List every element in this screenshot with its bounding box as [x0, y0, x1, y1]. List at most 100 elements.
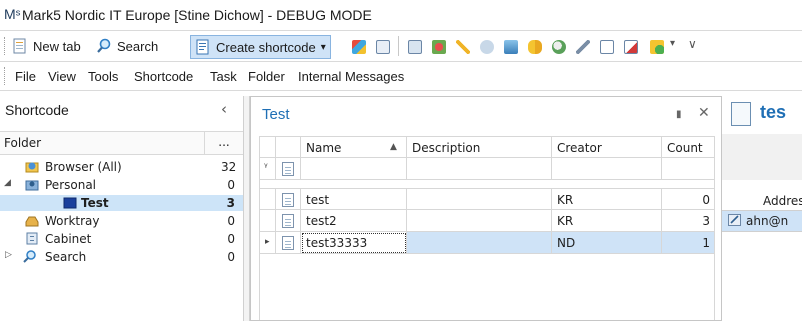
pin-icon[interactable]: ▮	[676, 109, 682, 120]
filter-row-indicator: ᵞ	[259, 158, 276, 180]
icon-column-header[interactable]	[276, 136, 301, 158]
test-panel-title: Test	[262, 106, 290, 123]
menu-shortcode[interactable]: Shortcode	[134, 69, 193, 84]
tree-item-cabinet[interactable]: Cabinet 0	[0, 231, 243, 247]
row-indicator[interactable]	[259, 210, 276, 232]
tree-item-browser-all[interactable]: Browser (All) 32	[0, 159, 243, 175]
column-header-address[interactable]: Addres	[763, 194, 802, 208]
cell-count[interactable]: 0	[662, 188, 715, 210]
menu-tools[interactable]: Tools	[88, 69, 118, 84]
document-icon	[282, 236, 294, 250]
detail-header-area	[722, 134, 802, 180]
menu-folder[interactable]: Folder	[248, 69, 285, 84]
menu-task[interactable]: Task	[210, 69, 237, 84]
cell-creator[interactable]: ND	[552, 232, 662, 254]
tree-item-label: Browser (All)	[45, 160, 122, 174]
row-indicator-header	[259, 136, 276, 158]
document-icon	[282, 193, 294, 207]
collapse-panel-icon[interactable]: ‹	[221, 100, 227, 118]
cell-description[interactable]	[407, 210, 552, 232]
address-row[interactable]: ahn@n	[722, 210, 802, 232]
search-button[interactable]: Search	[96, 35, 158, 57]
create-shortcode-icon	[195, 39, 211, 55]
filter-cell-count[interactable]	[662, 158, 715, 180]
collapsed-arrow-icon[interactable]: ▷	[5, 250, 12, 260]
cell-description[interactable]	[407, 232, 552, 254]
palette-icon[interactable]	[432, 40, 446, 54]
folder-more-button[interactable]: ...	[204, 132, 243, 154]
cell-count[interactable]: 3	[662, 210, 715, 232]
new-tab-label: New tab	[33, 38, 81, 54]
document-icon[interactable]	[408, 40, 422, 54]
menu-grip[interactable]	[4, 67, 7, 85]
create-shortcode-button[interactable]: Create shortcode ▾	[190, 35, 331, 59]
tree-item-count: 0	[227, 250, 235, 264]
column-header-name[interactable]: Name ▲	[301, 136, 407, 158]
cell-name[interactable]: test33333	[301, 232, 407, 254]
column-header-description[interactable]: Description	[407, 136, 552, 158]
toolbar-overflow-icon[interactable]: ∨	[688, 37, 697, 51]
grid-icon[interactable]	[376, 40, 390, 54]
chart-icon[interactable]	[352, 40, 366, 54]
user-settings-icon[interactable]	[552, 40, 566, 54]
toolbar: New tab Search Create shortcode ▾ ▾ ∨	[0, 31, 802, 61]
tree-item-test[interactable]: Test 3	[0, 195, 243, 211]
filter-cell-name[interactable]	[301, 158, 407, 180]
tree-item-worktray[interactable]: Worktray 0	[0, 213, 243, 229]
image-icon[interactable]	[504, 40, 518, 54]
cell-name[interactable]: test2	[301, 210, 407, 232]
cell-count[interactable]: 1	[662, 232, 715, 254]
cell-creator[interactable]: KR	[552, 188, 662, 210]
cell-description[interactable]	[407, 188, 552, 210]
key-icon[interactable]	[456, 40, 470, 54]
cell-text: 3	[702, 214, 710, 228]
filter-cell-creator[interactable]	[552, 158, 662, 180]
folder-column-header[interactable]: Folder ...	[0, 131, 243, 155]
create-shortcode-label: Create shortcode	[216, 39, 316, 55]
shortcode-panel: Shortcode ‹ Folder ... Browser (All) 32 …	[0, 96, 243, 321]
add-icon[interactable]	[650, 40, 664, 54]
filter-icon: ᵞ	[264, 162, 268, 173]
filter-icon-cell[interactable]	[276, 158, 301, 180]
browser-icon	[25, 160, 39, 173]
menu-view[interactable]: View	[48, 69, 76, 84]
cell-text: KR	[557, 214, 574, 228]
row-icon-cell[interactable]	[276, 232, 301, 254]
toolbar-grip[interactable]	[4, 37, 7, 55]
column-header-count[interactable]: Count	[662, 136, 715, 158]
chevron-down-icon[interactable]: ▾	[670, 38, 675, 49]
cell-text: test2	[306, 214, 337, 228]
close-icon[interactable]: ✕	[698, 105, 710, 121]
menu-file[interactable]: File	[15, 69, 36, 84]
blue-folder-icon	[63, 196, 77, 209]
personal-folder-icon	[25, 178, 39, 191]
column-header-creator[interactable]: Creator	[552, 136, 662, 158]
cell-name[interactable]: test	[301, 188, 407, 210]
row-icon-cell[interactable]	[276, 210, 301, 232]
sort-ascending-icon: ▲	[390, 142, 397, 152]
keys-icon[interactable]	[528, 40, 542, 54]
expanded-arrow-icon[interactable]: ◢	[4, 178, 11, 188]
row-icon-cell[interactable]	[276, 188, 301, 210]
document-icon	[731, 102, 751, 126]
row-indicator[interactable]: ▸	[259, 232, 276, 254]
chevron-down-icon[interactable]: ▾	[321, 42, 326, 53]
menu-internal-messages[interactable]: Internal Messages	[298, 69, 404, 84]
cell-creator[interactable]: KR	[552, 210, 662, 232]
database-icon[interactable]	[480, 40, 494, 54]
panel-splitter[interactable]	[243, 96, 250, 321]
tree-item-search[interactable]: ▷ Search 0	[0, 249, 243, 265]
column-header-label: Description	[412, 141, 481, 155]
new-tab-button[interactable]: New tab	[12, 35, 81, 57]
page-icon[interactable]	[600, 40, 614, 54]
tree-item-personal[interactable]: ◢ Personal 0	[0, 177, 243, 193]
title-bar: Mˢ Mark5 Nordic IT Europe [Stine Dichow]…	[0, 0, 802, 30]
wrench-icon[interactable]	[576, 40, 590, 54]
document-icon	[282, 214, 294, 228]
row-indicator[interactable]	[259, 188, 276, 210]
edit-icon[interactable]	[728, 214, 741, 226]
delete-page-icon[interactable]	[624, 40, 638, 54]
filter-cell-description[interactable]	[407, 158, 552, 180]
cell-text: test	[306, 193, 330, 207]
cell-text: 1	[702, 236, 710, 250]
